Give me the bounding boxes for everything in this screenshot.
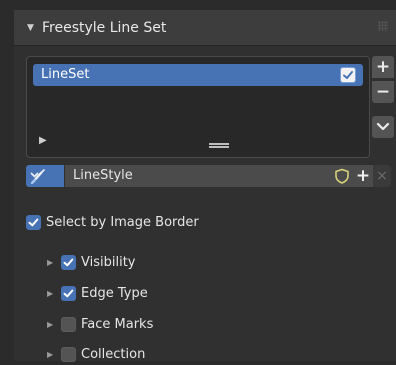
- select-by-image-border-checkbox[interactable]: [26, 215, 41, 230]
- filter-options-toggle-icon[interactable]: ▶: [39, 135, 47, 146]
- expand-arrow-icon[interactable]: ▶: [47, 289, 53, 298]
- linestyle-name-field[interactable]: LineStyle: [65, 165, 331, 187]
- edge-type-label: Edge Type: [81, 286, 148, 301]
- expand-arrow-icon[interactable]: ▶: [47, 258, 53, 267]
- chevron-down-icon: [376, 122, 390, 131]
- collection-checkbox[interactable]: [61, 347, 76, 362]
- triangle-down-icon[interactable]: ▼: [27, 23, 34, 33]
- fake-user-button[interactable]: [331, 165, 353, 187]
- panel-header[interactable]: ▼ Freestyle Line Set: [14, 10, 396, 46]
- list-resize-handle[interactable]: [209, 143, 229, 148]
- lineset-list[interactable]: LineSet ▶: [26, 56, 370, 158]
- unlink-linestyle-button[interactable]: ×: [373, 165, 391, 187]
- edge-type-checkbox[interactable]: [61, 286, 76, 301]
- list-item[interactable]: LineSet: [33, 64, 363, 86]
- panel-title: Freestyle Line Set: [42, 20, 167, 36]
- collection-label: Collection: [81, 347, 146, 362]
- remove-lineset-button[interactable]: −: [372, 81, 394, 103]
- expand-arrow-icon[interactable]: ▶: [47, 350, 53, 359]
- drag-grip-icon[interactable]: [378, 21, 388, 31]
- lineset-name[interactable]: LineSet: [41, 67, 89, 82]
- linestyle-selector: LineStyle + ×: [26, 165, 391, 187]
- freestyle-line-set-panel: ▼ Freestyle Line Set LineSet ▶ + − LineS…: [14, 10, 396, 362]
- lineset-enable-checkbox[interactable]: [340, 67, 356, 83]
- visibility-label: Visibility: [81, 255, 136, 270]
- chevron-down-icon: [30, 172, 39, 178]
- select-by-image-border-label: Select by Image Border: [46, 215, 199, 230]
- visibility-checkbox[interactable]: [61, 255, 76, 270]
- expand-arrow-icon[interactable]: ▶: [47, 320, 53, 329]
- new-linestyle-button[interactable]: +: [353, 165, 373, 187]
- shield-icon: [335, 168, 349, 184]
- face-marks-label: Face Marks: [81, 317, 154, 332]
- browse-linestyle-button[interactable]: [26, 165, 64, 187]
- lineset-specials-button[interactable]: [372, 116, 394, 138]
- face-marks-checkbox[interactable]: [61, 317, 76, 332]
- add-lineset-button[interactable]: +: [372, 56, 394, 78]
